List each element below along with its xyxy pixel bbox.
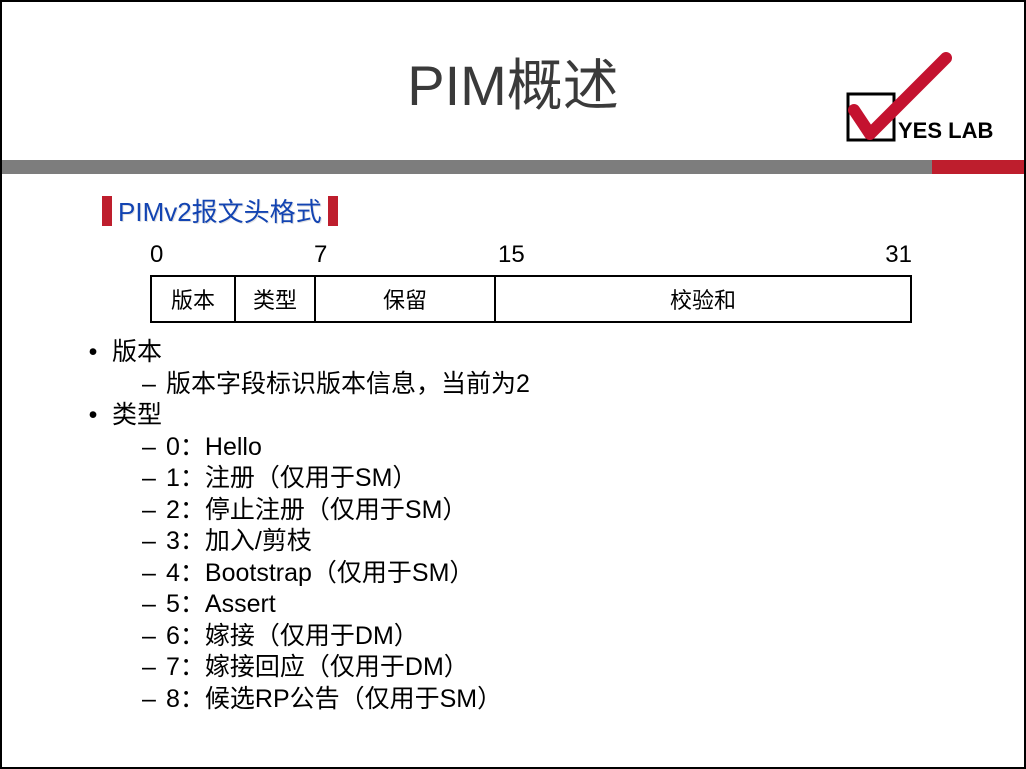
list-item-version: 版本 版本字段标识版本信息，当前为2 [74,337,974,400]
type-0: 0：Hello [132,432,974,464]
divider-red [932,160,1024,174]
field-version: 版本 [152,277,236,321]
type-6: 6：嫁接（仅用于DM） [132,621,974,653]
bit-7: 7 [314,241,327,269]
type-3: 3：加入/剪枝 [132,526,974,558]
field-reserved: 保留 [316,277,496,321]
type-5: 5：Assert [132,589,974,621]
type-7: 7：嫁接回应（仅用于DM） [132,652,974,684]
divider [2,160,1024,174]
bit-0: 0 [150,241,163,269]
type-8: 8：候选RP公告（仅用于SM） [132,684,974,716]
bit-31: 31 [885,241,912,269]
title-area: PIM概述 YES LAB [2,2,1024,160]
section-subtitle: PIMv2报文头格式 [118,192,322,229]
content-area: PIMv2报文头格式 0 7 15 31 版本 类型 保留 校验和 版本 版本字… [2,174,1024,715]
bit-15: 15 [498,241,525,269]
list-item-type: 类型 0：Hello 1：注册（仅用于SM） 2：停止注册（仅用于SM） 3：加… [74,400,974,715]
field-checksum: 校验和 [496,277,910,321]
packet-header-diagram: 0 7 15 31 版本 类型 保留 校验和 [120,241,912,323]
subtitle-row: PIMv2报文头格式 [102,192,974,229]
logo-text: YES LAB [898,118,993,143]
divider-gray [2,160,932,174]
description-list: 版本 版本字段标识版本信息，当前为2 类型 0：Hello 1：注册（仅用于SM… [74,337,974,715]
yeslab-logo: YES LAB [846,52,1020,144]
page-title: PIM概述 [407,41,619,122]
header-fields: 版本 类型 保留 校验和 [150,275,912,323]
bit-ruler: 0 7 15 31 [120,241,912,271]
field-type: 类型 [236,277,316,321]
type-2: 2：停止注册（仅用于SM） [132,495,974,527]
type-1: 1：注册（仅用于SM） [132,463,974,495]
version-desc: 版本字段标识版本信息，当前为2 [132,369,974,401]
type-4: 4：Bootstrap（仅用于SM） [132,558,974,590]
red-bar-right [328,196,338,226]
red-bar-left [102,196,112,226]
